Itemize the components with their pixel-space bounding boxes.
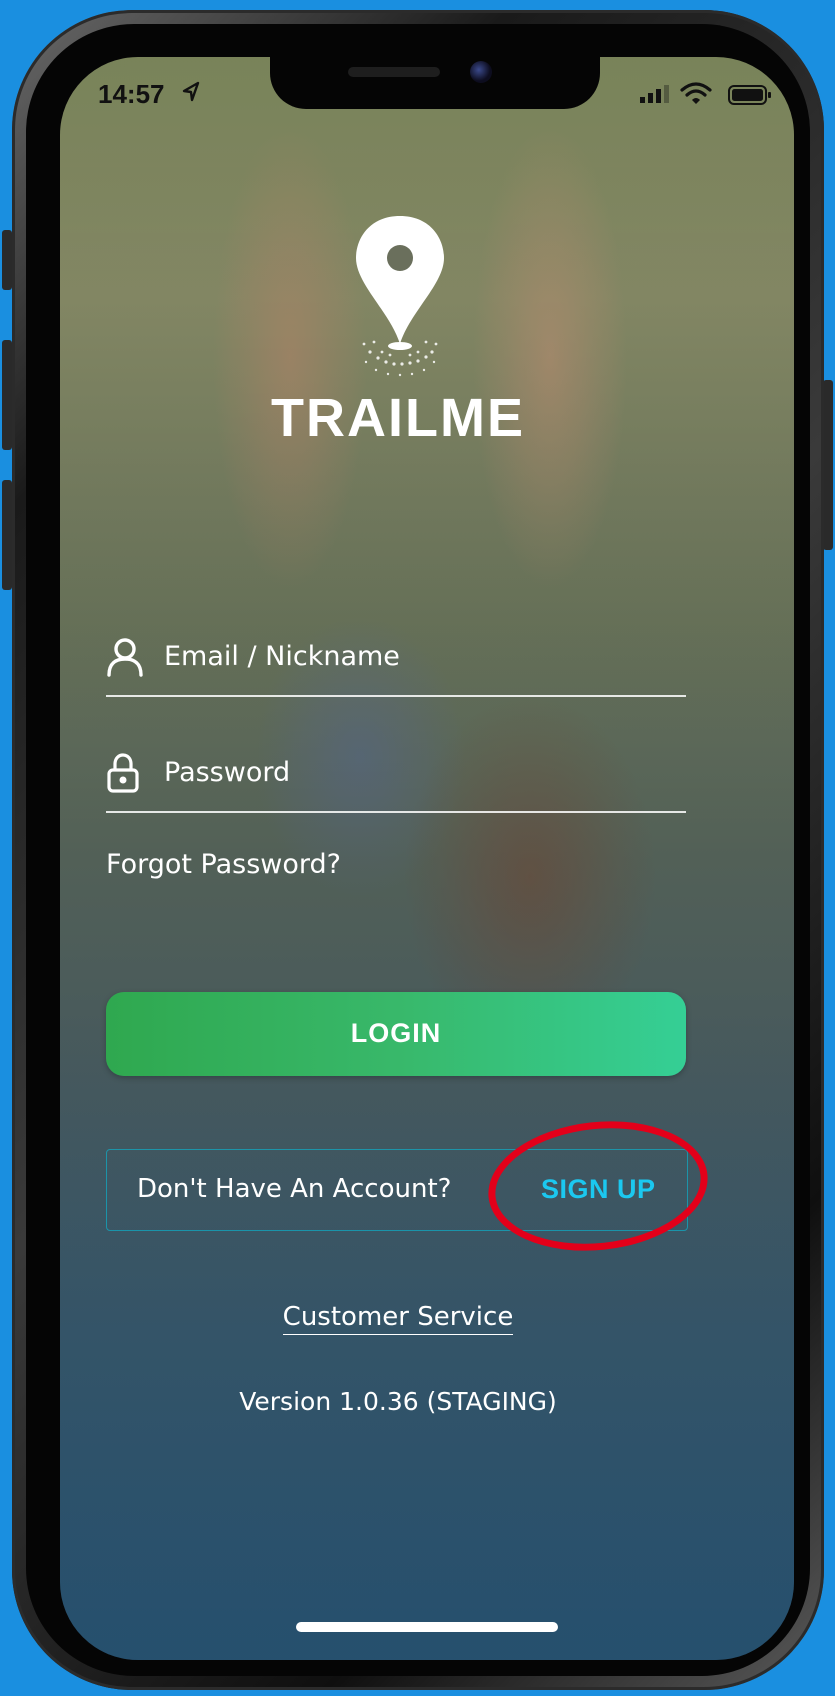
user-icon bbox=[106, 637, 144, 681]
lock-icon bbox=[106, 753, 140, 797]
customer-service-container: Customer Service bbox=[60, 1302, 736, 1335]
email-field[interactable]: Email / Nickname bbox=[106, 625, 686, 697]
cellular-signal-icon bbox=[640, 85, 670, 107]
login-button[interactable]: LOGIN bbox=[106, 992, 686, 1076]
password-field[interactable]: Password bbox=[106, 741, 686, 813]
stage: 14:57 TRAILME Email / Nickname Password … bbox=[0, 0, 835, 1696]
no-account-text: Don't Have An Account? bbox=[137, 1174, 452, 1204]
app-screen: 14:57 TRAILME Email / Nickname Password … bbox=[60, 57, 794, 1660]
wifi-icon bbox=[680, 82, 712, 110]
home-indicator[interactable] bbox=[296, 1622, 558, 1632]
volume-down-button bbox=[2, 480, 12, 590]
login-button-label: LOGIN bbox=[350, 1018, 442, 1048]
status-time: 14:57 bbox=[98, 79, 165, 109]
app-logo-text: TRAILME bbox=[271, 388, 525, 448]
speaker bbox=[348, 67, 440, 77]
email-placeholder: Email / Nickname bbox=[164, 641, 400, 672]
front-camera bbox=[470, 61, 492, 83]
location-arrow-icon bbox=[182, 81, 200, 107]
forgot-password-link[interactable]: Forgot Password? bbox=[106, 849, 341, 880]
password-placeholder: Password bbox=[164, 757, 291, 788]
map-pin-icon bbox=[340, 212, 460, 386]
version-text: Version 1.0.36 (STAGING) bbox=[239, 1387, 557, 1416]
mute-switch bbox=[2, 230, 12, 290]
login-content: TRAILME Email / Nickname Password Forgot… bbox=[60, 57, 794, 1660]
notch bbox=[270, 57, 600, 109]
battery-icon bbox=[728, 85, 772, 109]
power-button bbox=[823, 380, 833, 550]
annotation-circle bbox=[481, 1110, 715, 1262]
volume-up-button bbox=[2, 340, 12, 450]
customer-service-link[interactable]: Customer Service bbox=[282, 1302, 514, 1335]
